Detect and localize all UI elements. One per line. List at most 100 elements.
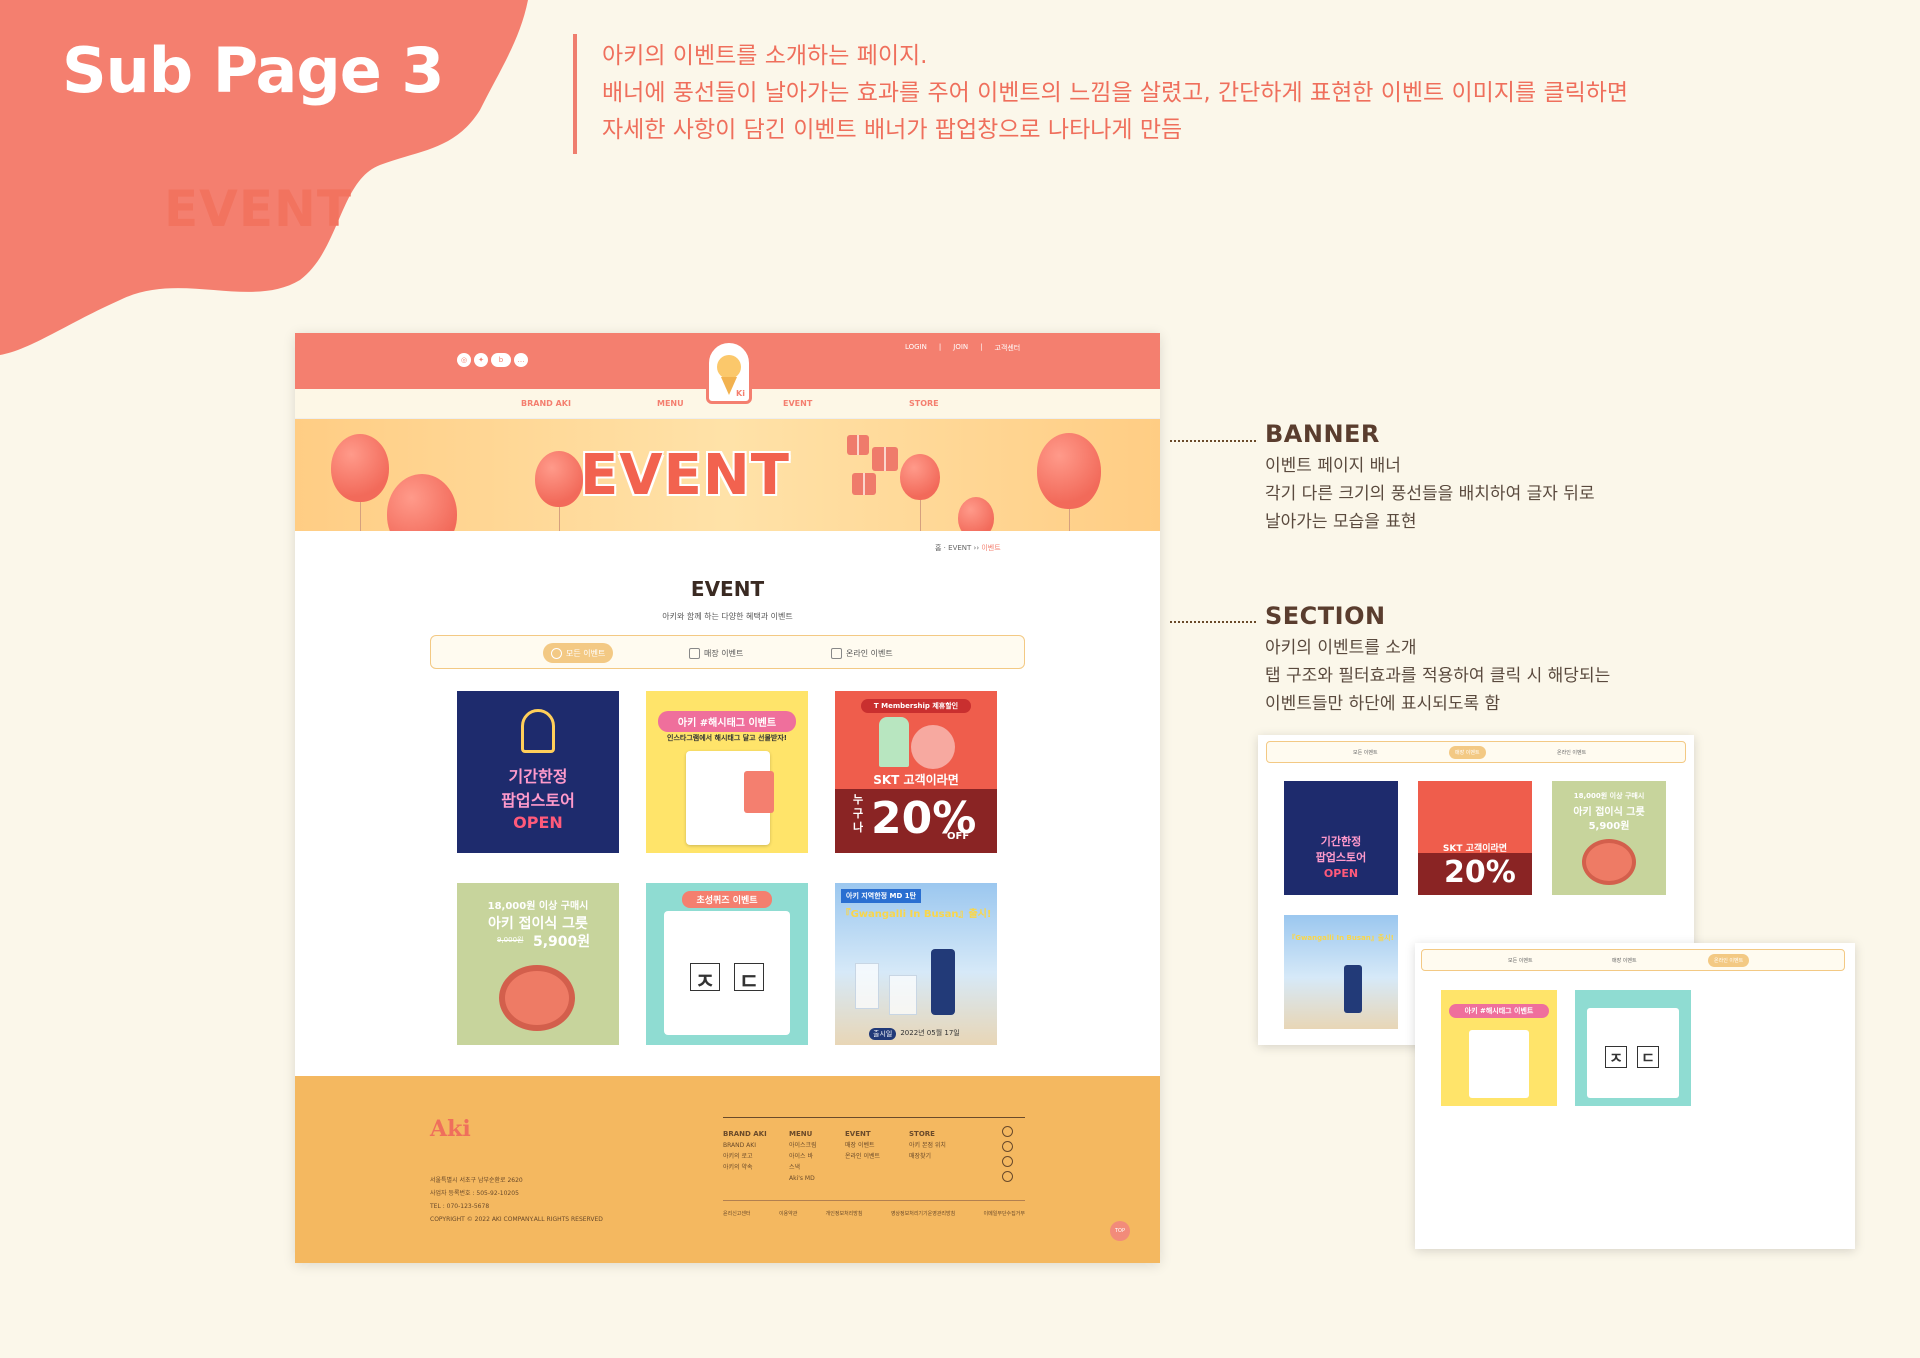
card-text: 아키 지역한정 MD 1탄 — [841, 889, 922, 903]
preview-card-popup[interactable]: 기간한정 팝업스토어 OPEN — [1284, 781, 1398, 895]
event-card-choseong[interactable]: 초성퀴즈 이벤트 ㅈ ㄷ — [646, 883, 808, 1045]
section-subtitle: 아키와 함께 하는 다양한 혜택과 이벤트 — [662, 612, 793, 621]
tab-label: 온라인 이벤트 — [846, 648, 893, 658]
breadcrumb-section[interactable]: EVENT — [948, 544, 971, 552]
annotation-line: 이벤트 페이지 배너 — [1265, 456, 1401, 476]
nav-menu[interactable]: MENU — [657, 399, 684, 408]
preview-card-bowl[interactable]: 18,000원 이상 구매시 아키 접이식 그릇 5,900원 — [1552, 781, 1666, 895]
instagram-post-image — [1469, 1030, 1529, 1098]
twitter-icon[interactable] — [1002, 1141, 1013, 1152]
address-line: 서울특별시 서초구 남부순환로 2620 — [430, 1177, 523, 1184]
aki-logo[interactable]: Ki — [706, 340, 752, 404]
preview-card-hashtag[interactable]: 아키 #해시태그 이벤트 — [1441, 990, 1557, 1106]
card-text: 『Gwangalli In Busan』출시! — [840, 909, 992, 920]
card-text: SKT 고객이라면 — [873, 773, 959, 787]
monitor-icon — [831, 647, 842, 659]
sub-page-title: Sub Page 3 — [62, 34, 445, 107]
blog-icon[interactable] — [1002, 1156, 1013, 1167]
event-card-hashtag[interactable]: 아키 #해시태그 이벤트 인스타그램에서 해시태그 달고 선물받자! — [646, 691, 808, 853]
tab-store-events[interactable]: 매장 이벤트 — [681, 643, 751, 663]
talk-icon[interactable]: … — [514, 353, 528, 367]
card-text: 기간한정 — [1320, 835, 1362, 848]
footer-link[interactable]: 아이스 바 — [789, 1151, 817, 1162]
notepad-image — [1587, 1008, 1679, 1098]
card-text: 아키 접이식 그릇 — [488, 916, 588, 932]
preview-tab-store[interactable]: 매장 이벤트 — [1606, 954, 1643, 967]
footer-link[interactable]: 매장 이벤트 — [845, 1140, 880, 1151]
footer-column-brand: BRAND AKI BRAND AKI 아키의 로고 아키의 약속 — [723, 1129, 767, 1173]
preview-tab-store[interactable]: 매장 이벤트 — [1449, 746, 1486, 759]
annotation-line: 각기 다른 크기의 풍선들을 배치하여 글자 뒤로 — [1265, 484, 1595, 504]
preview-card-busan[interactable]: 『Gwangalli In Busan』출시! — [1284, 915, 1398, 1029]
card-text: 18,000원 이상 구매시 — [487, 901, 589, 912]
footer-policy-links: 윤리신고센터 이용약관 개인정보처리방침 영상정보처리기기운영관리방침 이메일무… — [723, 1210, 1025, 1217]
login-link[interactable]: LOGIN — [905, 343, 927, 353]
scroll-top-button[interactable]: TOP — [1110, 1221, 1130, 1241]
logo-cone — [721, 377, 737, 395]
gift-icon — [852, 473, 876, 495]
preview-tabs: 모든 이벤트 매장 이벤트 온라인 이벤트 — [1266, 741, 1686, 763]
preview-tab-online[interactable]: 온라인 이벤트 — [1551, 746, 1592, 759]
tab-online-events[interactable]: 온라인 이벤트 — [823, 643, 901, 663]
date-label: 출시일 — [869, 1028, 897, 1040]
preview-tab-all[interactable]: 모든 이벤트 — [1502, 954, 1539, 967]
twitter-icon[interactable]: ✦ — [474, 353, 488, 367]
event-card-busan[interactable]: 아키 지역한정 MD 1탄 『Gwangalli In Busan』출시! 출시… — [835, 883, 997, 1045]
preview-card-choseong[interactable]: ㅈ ㄷ — [1575, 990, 1691, 1106]
logo-scoop — [717, 355, 741, 379]
policy-link[interactable]: 개인정보처리방침 — [826, 1210, 863, 1217]
page-description: 아키의 이벤트를 소개하는 페이지. 배너에 풍선들이 날아가는 효과를 주어 … — [602, 38, 1628, 149]
footer-link[interactable]: 아키의 약속 — [723, 1162, 767, 1173]
nav-brand[interactable]: BRAND AKI — [521, 399, 571, 408]
footer-link[interactable]: BRAND AKI — [723, 1140, 767, 1151]
event-card-popup-store[interactable]: 기간한정 팝업스토어 OPEN — [457, 691, 619, 853]
description-divider — [573, 34, 577, 154]
footer-link[interactable]: 매장찾기 — [909, 1151, 946, 1162]
event-card-bowl[interactable]: 18,000원 이상 구매시 아키 접이식 그릇 9,000원 5,900원 — [457, 883, 619, 1045]
card-text: 아키 접이식 그릇 — [1573, 807, 1645, 818]
description-line: 자세한 사항이 담긴 이벤트 배너가 팝업창으로 나타나게 만듬 — [602, 117, 1183, 143]
policy-link[interactable]: 이메일무단수집거부 — [984, 1210, 1025, 1217]
blog-icon[interactable]: b — [491, 353, 511, 367]
preview-tab-all[interactable]: 모든 이벤트 — [1347, 746, 1384, 759]
annotation-line: 탭 구조와 필터효과를 적용하여 클릭 시 해당되는 — [1265, 666, 1611, 686]
footer-link[interactable]: 아키 본점 위치 — [909, 1140, 946, 1151]
nav-store[interactable]: STORE — [909, 399, 939, 408]
store-icon — [689, 647, 700, 659]
footer-logo[interactable]: Aki — [430, 1116, 471, 1142]
annotation-line: 이벤트들만 하단에 표시되도록 함 — [1265, 694, 1501, 714]
smile-icon — [551, 647, 562, 659]
footer-link[interactable]: 스낵 — [789, 1162, 817, 1173]
filter-preview-online: 모든 이벤트 매장 이벤트 온라인 이벤트 아키 #해시태그 이벤트 ㅈ ㄷ — [1415, 943, 1855, 1249]
annotation-title: BANNER — [1265, 420, 1380, 448]
customer-center-link[interactable]: 고객센터 — [994, 343, 1020, 353]
footer-link[interactable]: 아키의 로고 — [723, 1151, 767, 1162]
balloon — [958, 497, 994, 531]
phone-number: TEL : 070-123-5678 — [430, 1203, 490, 1210]
footer-column-menu: MENU 아이스크림 아이스 바 스낵 Aki's MD — [789, 1129, 817, 1184]
preview-tab-online[interactable]: 온라인 이벤트 — [1708, 954, 1750, 967]
column-title: EVENT — [845, 1130, 871, 1138]
card-text: OPEN — [1323, 867, 1359, 880]
breadcrumb-home[interactable]: 홈 — [935, 544, 941, 552]
preview-card-skt[interactable]: SKT 고객이라면 20% — [1418, 781, 1532, 895]
event-card-skt[interactable]: T Membership 제휴할인 SKT 고객이라면 누구나 20% OFF — [835, 691, 997, 853]
join-link[interactable]: JOIN — [953, 343, 968, 353]
policy-link[interactable]: 윤리신고센터 — [723, 1210, 751, 1217]
release-date: 출시일 2022년 05월 17일 — [869, 1028, 960, 1040]
nav-event[interactable]: EVENT — [783, 399, 812, 408]
policy-link[interactable]: 영상정보처리기기운영관리방침 — [891, 1210, 955, 1217]
card-text: 20% — [1444, 855, 1516, 890]
instagram-icon[interactable]: ◎ — [457, 353, 471, 367]
card-text: OPEN — [513, 813, 563, 832]
tumbler-image — [931, 949, 955, 1015]
talk-icon[interactable] — [1002, 1171, 1013, 1182]
neon-cone-icon — [521, 709, 555, 753]
instagram-icon[interactable] — [1002, 1126, 1013, 1137]
card-text: 『Gwangalli In Busan』출시! — [1288, 934, 1394, 942]
footer-link[interactable]: 아이스크림 — [789, 1140, 817, 1151]
footer-link[interactable]: 온라인 이벤트 — [845, 1151, 880, 1162]
footer-link[interactable]: Aki's MD — [789, 1173, 817, 1184]
tab-all-events[interactable]: 모든 이벤트 — [543, 643, 614, 663]
policy-link[interactable]: 이용약관 — [779, 1210, 797, 1217]
